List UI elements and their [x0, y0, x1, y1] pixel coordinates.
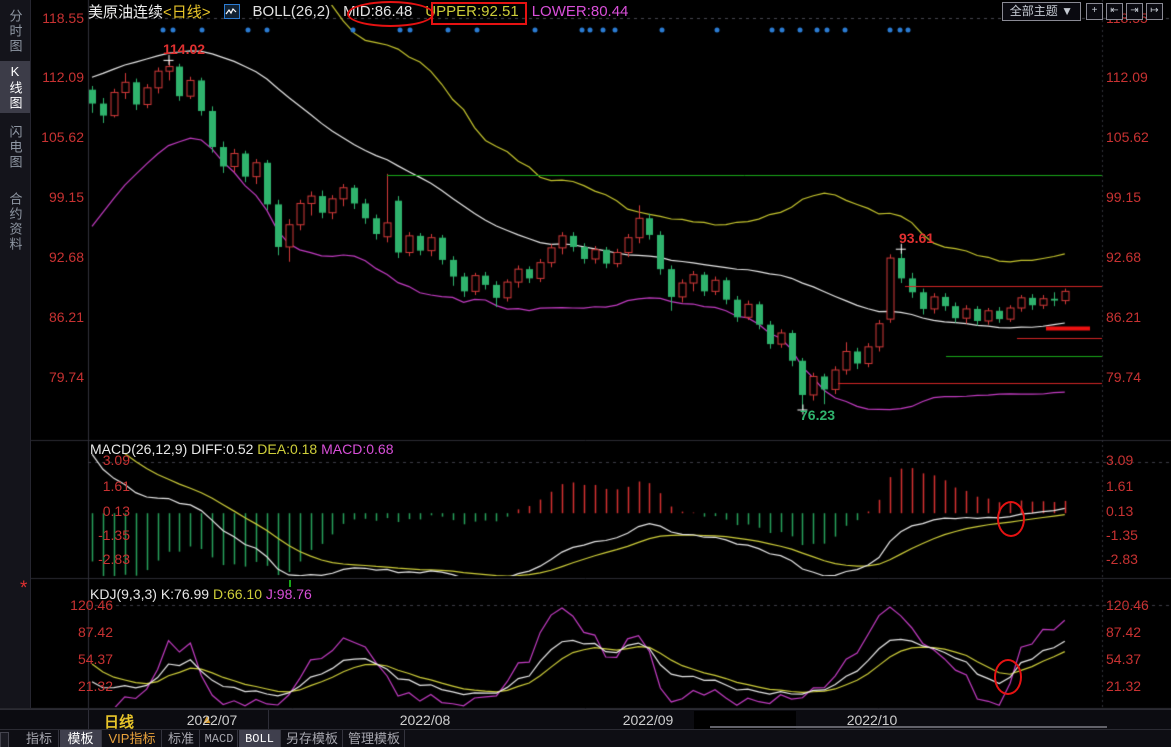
extreme-label-76.23: 76.23: [800, 407, 835, 423]
theme-selector-label: 全部主题: [1010, 4, 1058, 18]
price-axis-right-1: 112.09: [1106, 69, 1166, 85]
macd-axis-right-2: 0.13: [1106, 503, 1166, 519]
price-axis-right-4: 92.68: [1106, 249, 1166, 265]
boll-mid-value: MID:86.48: [343, 3, 412, 20]
kdj-pane-header: KDJ(9,3,3) K:76.99 D:66.10 J:98.76: [90, 586, 312, 602]
kdj-axis-left-1: 87.42: [30, 624, 113, 640]
boll-lower-value: LOWER:80.44: [532, 3, 629, 20]
chevron-down-icon: ▼: [1061, 4, 1073, 18]
kdj-axis-right-3: 21.32: [1106, 678, 1166, 694]
sidebar-item-1[interactable]: K线图: [0, 61, 30, 113]
kdj-axis-right-1: 87.42: [1106, 624, 1166, 640]
symbol-title: 美原油连续<日线>: [88, 1, 211, 22]
price-axis-left-5: 86.21: [30, 309, 84, 325]
kdj-axis-left-3: 21.32: [30, 678, 113, 694]
kdj-axis-right-0: 120.46: [1106, 597, 1166, 613]
date-tick-2: 2022/09: [608, 712, 688, 728]
macd-macd-value: MACD:0.68: [321, 441, 393, 457]
sidebar-item-label: 闪电图: [9, 125, 22, 170]
price-axis-left-4: 92.68: [30, 249, 84, 265]
pan-icon[interactable]: +: [1086, 3, 1103, 20]
tab-BOLL[interactable]: BOLL: [239, 730, 281, 747]
kdj-k-value: K:76.99: [161, 586, 209, 602]
tab-MACD[interactable]: MACD: [201, 730, 238, 747]
window-tool-buttons: +⇤⇥↦: [1086, 3, 1163, 20]
macd-axis-right-0: 3.09: [1106, 452, 1166, 468]
chart-canvas[interactable]: [0, 0, 1171, 747]
sidebar-item-0[interactable]: 分时图: [0, 4, 30, 59]
shift-right-icon[interactable]: ↦: [1146, 3, 1163, 20]
theme-selector-button[interactable]: 全部主题 ▼: [1002, 2, 1081, 21]
price-axis-left-6: 79.74: [30, 369, 84, 385]
macd-axis-left-1: 1.61: [30, 478, 130, 494]
tab-VIP指标[interactable]: VIP指标: [103, 730, 162, 747]
kdj-d-value: D:66.10: [213, 586, 262, 602]
price-axis-right-2: 105.62: [1106, 129, 1166, 145]
price-axis-left-1: 112.09: [30, 69, 84, 85]
date-tick-1: 2022/08: [385, 712, 465, 728]
macd-axis-left-0: 3.09: [30, 452, 130, 468]
extreme-label-93.61: 93.61: [899, 230, 934, 246]
header-controls: 全部主题 ▼ +⇤⇥↦: [1002, 2, 1163, 21]
price-axis-right-5: 86.21: [1106, 309, 1166, 325]
date-axis-bar: 日线 ▲ 2022/072022/082022/092022/10: [0, 709, 1171, 729]
price-axis-left-2: 105.62: [30, 129, 84, 145]
price-axis-right-3: 99.15: [1106, 189, 1166, 205]
sidebar-item-2[interactable]: 闪电图: [0, 118, 30, 176]
macd-axis-right-1: 1.61: [1106, 478, 1166, 494]
tab-管理模板[interactable]: 管理模板: [344, 730, 405, 747]
trading-app-window: 分时图 K线图闪电图合约资料 美原油连续<日线> BOLL(26,2) MID:8…: [0, 0, 1171, 747]
mini-chart-icon: [224, 4, 240, 19]
symbol-name: 美原油连续: [88, 4, 163, 21]
price-axis-right-6: 79.74: [1106, 369, 1166, 385]
price-axis-left-3: 99.15: [30, 189, 84, 205]
macd-axis-left-4: -2.83: [30, 551, 130, 567]
tab-标准[interactable]: 标准: [163, 730, 200, 747]
sidebar-item-label: K线图: [9, 64, 22, 111]
horizontal-scrollbar[interactable]: [710, 726, 1107, 728]
tab-另存模板[interactable]: 另存模板: [282, 730, 343, 747]
green-tick-mark: [289, 580, 291, 587]
sidebar-item-label: 合约资料: [9, 192, 22, 252]
expand-xaxis-icon[interactable]: ⇥: [1126, 3, 1143, 20]
tab-指标[interactable]: 指标: [20, 730, 59, 747]
macd-dea-value: DEA:0.18: [257, 441, 317, 457]
indicator-name-label: BOLL(26,2): [253, 3, 331, 20]
date-tick-0: 2022/07: [172, 712, 252, 728]
price-axis-left-0: 118.55: [30, 10, 84, 26]
boll-upper-value: UPPER:92.51: [425, 3, 518, 20]
kdj-axis-right-2: 54.37: [1106, 651, 1166, 667]
macd-diff-value: DIFF:0.52: [191, 441, 253, 457]
marker-asterisk-icon: *: [20, 582, 27, 596]
shrink-xaxis-icon[interactable]: ⇤: [1106, 3, 1123, 20]
macd-axis-right-3: -1.35: [1106, 527, 1166, 543]
extreme-label-114.02: 114.02: [163, 41, 205, 57]
tab-模板[interactable]: 模板: [60, 730, 102, 747]
sidebar-item-3[interactable]: 合约资料: [0, 183, 30, 261]
macd-axis-left-2: 0.13: [30, 503, 130, 519]
macd-axis-left-3: -1.35: [30, 527, 130, 543]
macd-pane-header: MACD(26,12,9) DIFF:0.52 DEA:0.18 MACD:0.…: [90, 441, 393, 457]
left-sidebar: 分时图 K线图闪电图合约资料: [0, 0, 31, 708]
sidebar-item-label: 分时图: [9, 9, 22, 54]
tab-bar-handle[interactable]: [0, 732, 9, 747]
kdj-j-value: J:98.76: [266, 586, 312, 602]
kdj-axis-left-2: 54.37: [30, 651, 113, 667]
chart-header: 美原油连续<日线> BOLL(26,2) MID:86.48 UPPER:92.…: [88, 0, 628, 22]
macd-axis-right-4: -2.83: [1106, 551, 1166, 567]
period-tag: <日线>: [163, 4, 211, 21]
kdj-axis-left-0: 120.46: [30, 597, 113, 613]
indicator-tab-bar: 指标模板VIP指标标准MACDBOLL另存模板管理模板: [0, 729, 1171, 747]
